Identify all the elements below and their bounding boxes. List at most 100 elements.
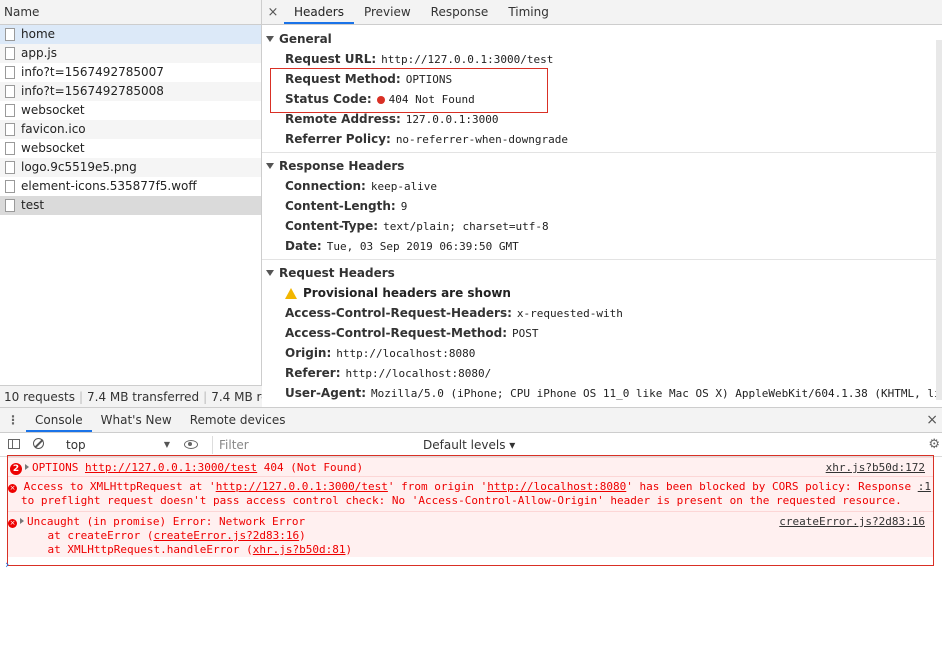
sidebar-toggle-icon[interactable]: [4, 438, 24, 452]
error-icon: ×: [8, 484, 17, 493]
request-row[interactable]: websocket: [0, 139, 261, 158]
expand-triangle-icon[interactable]: [25, 464, 29, 470]
request-row[interactable]: home: [0, 25, 261, 44]
header-key: Origin:: [285, 346, 332, 360]
request-rows: home app.js info?t=1567492785007 info?t=…: [0, 25, 261, 215]
file-icon: [5, 161, 15, 174]
response-headers-section: Response Headers Connection: keep-alive C…: [262, 153, 942, 260]
request-row[interactable]: favicon.ico: [0, 120, 261, 139]
request-name: element-icons.535877f5.woff: [21, 179, 197, 193]
header-value: http://localhost:8080/: [345, 367, 492, 380]
request-name: info?t=1567492785007: [21, 65, 164, 79]
stack-text: ): [299, 529, 306, 542]
warning-text: Provisional headers are shown: [303, 286, 511, 300]
error-url-link[interactable]: http://127.0.0.1:3000/test: [85, 461, 257, 474]
file-icon: [5, 180, 15, 193]
console-prompt-icon[interactable]: ›: [5, 558, 9, 571]
close-detail-icon[interactable]: ×: [262, 0, 284, 24]
header-key: Referer:: [285, 366, 341, 380]
request-headers-section: Request Headers Provisional headers are …: [262, 260, 942, 403]
request-row[interactable]: info?t=1567492785007: [0, 63, 261, 82]
file-icon: [5, 142, 15, 155]
tab-response[interactable]: Response: [421, 0, 499, 24]
request-row[interactable]: info?t=1567492785008: [0, 82, 261, 101]
source-link[interactable]: createError.js?2d83:16: [779, 515, 925, 528]
resources-size: 7.4 MB res...: [211, 390, 262, 404]
header-value: http://127.0.0.1:3000/test: [381, 53, 554, 66]
console-filter-input[interactable]: [212, 435, 417, 454]
request-list: Name home app.js info?t=1567492785007 in…: [0, 0, 262, 407]
source-link[interactable]: xhr.js?b50d:172: [826, 461, 925, 474]
header-key: Referrer Policy:: [285, 132, 391, 146]
warning-icon: [285, 288, 297, 299]
context-selector[interactable]: top ▼: [56, 438, 176, 452]
collapse-triangle-icon: [266, 163, 274, 169]
section-title: Request Headers: [279, 266, 395, 280]
drawer-menu-icon[interactable]: ⋮: [0, 408, 26, 432]
file-icon: [5, 123, 15, 136]
network-panel: Name home app.js info?t=1567492785007 in…: [0, 0, 942, 407]
header-value: text/plain; charset=utf-8: [383, 220, 549, 233]
status-error-dot-icon: [376, 96, 385, 104]
stack-line: at createError (createError.js?2d83:16): [21, 529, 306, 542]
request-headers-toggle[interactable]: Request Headers: [262, 263, 942, 283]
request-detail-pane: × Headers Preview Response Timing Genera…: [262, 0, 942, 407]
tab-preview[interactable]: Preview: [354, 0, 421, 24]
request-row[interactable]: element-icons.535877f5.woff: [0, 177, 261, 196]
request-count: 10 requests: [4, 390, 75, 404]
header-value: Mozilla/5.0 (iPhone; CPU iPhone OS 11_0 …: [371, 387, 942, 400]
error-method: OPTIONS: [32, 461, 79, 474]
request-row[interactable]: logo.9c5519e5.png: [0, 158, 261, 177]
name-column-header[interactable]: Name: [0, 0, 261, 25]
request-header-row: Access-Control-Request-Headers: x-request…: [262, 303, 942, 323]
header-value: keep-alive: [370, 180, 438, 193]
close-drawer-icon[interactable]: ×: [926, 408, 938, 433]
stack-source-link[interactable]: xhr.js?b50d:81: [253, 543, 346, 556]
header-key: Content-Length:: [285, 199, 396, 213]
file-icon: [5, 104, 15, 117]
error-text: ' from origin ': [387, 480, 488, 493]
request-row[interactable]: websocket: [0, 101, 261, 120]
section-title: General: [279, 32, 332, 46]
detail-scrollbar[interactable]: [936, 40, 942, 400]
clear-console-icon[interactable]: [28, 437, 48, 452]
tab-timing[interactable]: Timing: [498, 0, 559, 24]
request-name: favicon.ico: [21, 122, 86, 136]
console-toolbar: top ▼ Default levels ▾ ⚙: [0, 433, 942, 457]
general-section: General Request URL: http://127.0.0.1:300…: [262, 25, 942, 153]
stack-source-link[interactable]: createError.js?2d83:16: [153, 529, 299, 542]
log-levels-dropdown[interactable]: Default levels ▾: [423, 438, 515, 452]
origin-link[interactable]: http://localhost:8080: [487, 480, 626, 493]
general-section-toggle[interactable]: General: [262, 29, 942, 49]
console-settings-gear-icon[interactable]: ⚙: [928, 437, 940, 452]
request-name: test: [21, 198, 45, 212]
source-link[interactable]: :1: [918, 480, 931, 493]
header-key: Date:: [285, 239, 322, 253]
error-url-link[interactable]: http://127.0.0.1:3000/test: [216, 480, 388, 493]
header-value: 404 Not Found: [388, 93, 475, 106]
request-row[interactable]: test: [0, 196, 261, 215]
header-value: OPTIONS: [405, 73, 453, 86]
expand-triangle-icon[interactable]: [20, 518, 24, 524]
error-line: × Uncaught (in promise) Error: Network Er…: [8, 515, 305, 528]
live-expression-eye-icon[interactable]: [184, 440, 198, 449]
header-key: Request Method:: [285, 72, 401, 86]
request-name: websocket: [21, 103, 85, 117]
error-text: ' has been blocked by CORS policy: Respo…: [626, 480, 918, 493]
header-key: Status Code:: [285, 92, 372, 106]
tab-console[interactable]: Console: [26, 408, 92, 432]
tab-headers[interactable]: Headers: [284, 0, 354, 24]
response-header-row: Date: Tue, 03 Sep 2019 06:39:50 GMT: [262, 236, 942, 256]
response-header-row: Connection: keep-alive: [262, 176, 942, 196]
response-headers-toggle[interactable]: Response Headers: [262, 156, 942, 176]
request-row[interactable]: app.js: [0, 44, 261, 63]
referrer-policy-row: Referrer Policy: no-referrer-when-downgra…: [262, 129, 942, 149]
provisional-warning: Provisional headers are shown: [262, 283, 942, 303]
header-key: Content-Type:: [285, 219, 379, 233]
tab-remote-devices[interactable]: Remote devices: [181, 408, 295, 432]
header-key: Remote Address:: [285, 112, 401, 126]
tab-whats-new[interactable]: What's New: [92, 408, 181, 432]
context-value: top: [66, 437, 86, 452]
request-header-row: User-Agent: Mozilla/5.0 (iPhone; CPU iPho…: [262, 383, 942, 403]
response-header-row: Content-Length: 9: [262, 196, 942, 216]
